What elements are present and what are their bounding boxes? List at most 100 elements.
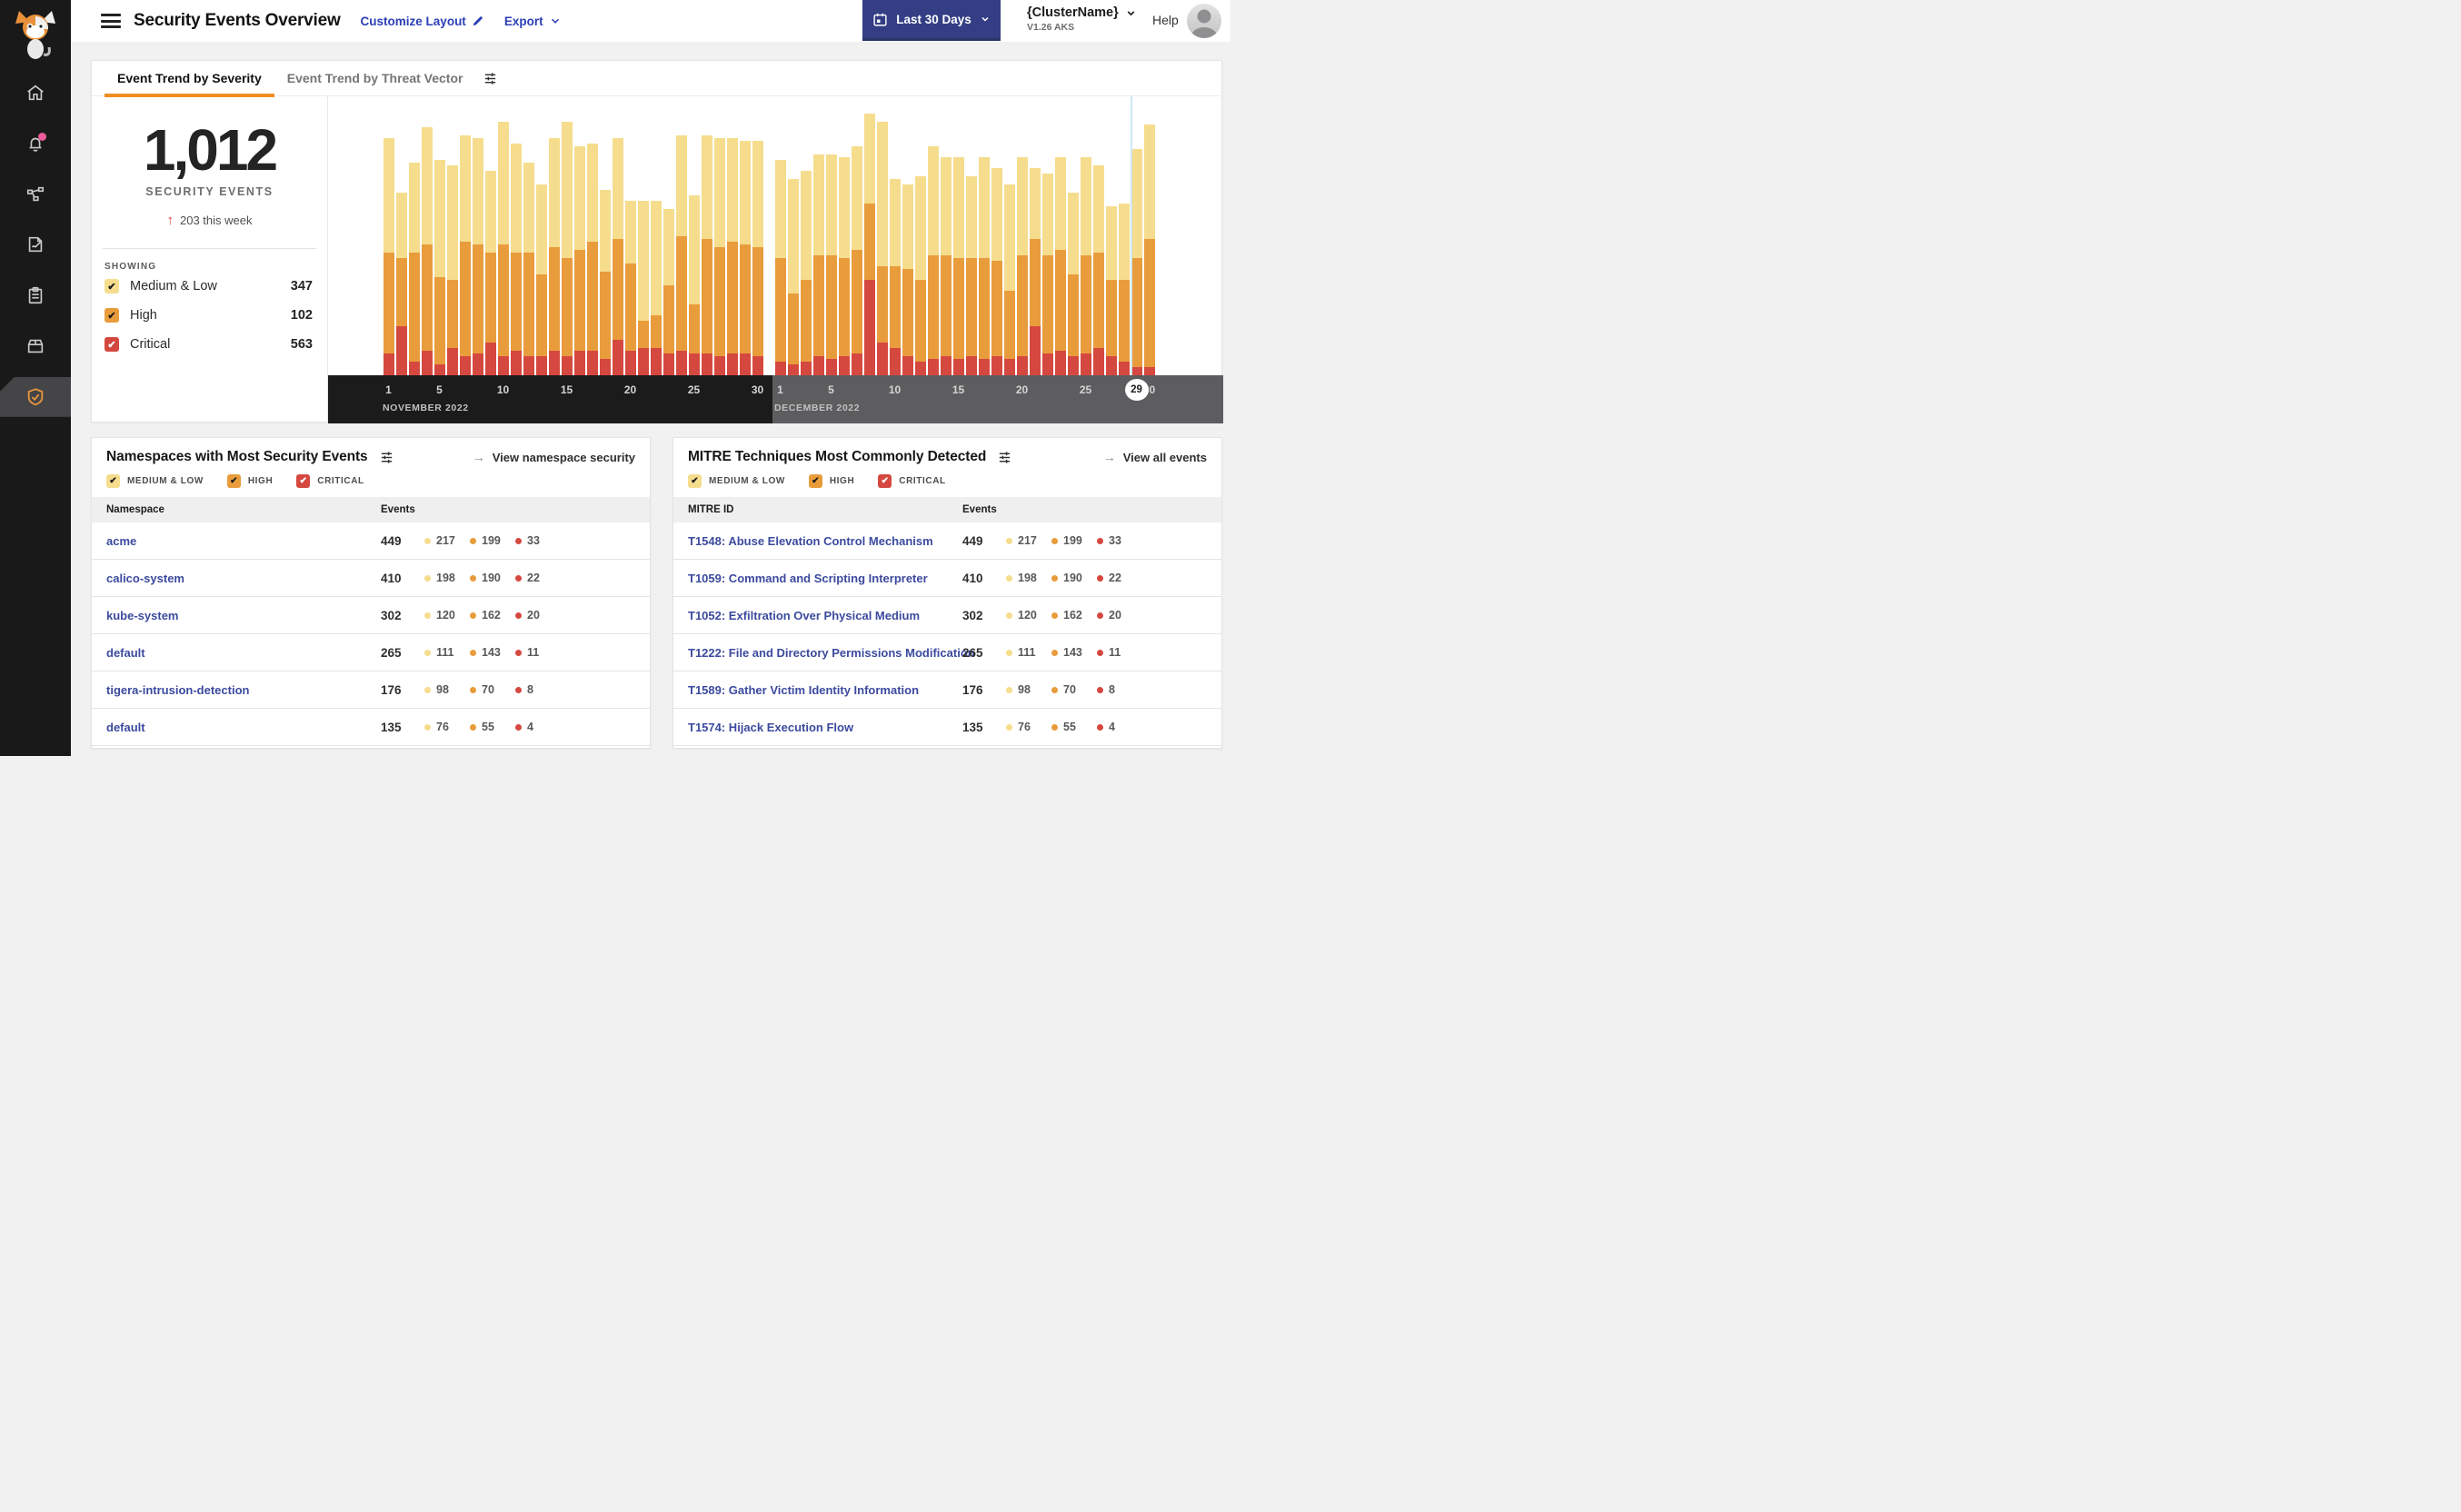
event-bar[interactable]: [1016, 157, 1028, 375]
export-menu-button[interactable]: Export: [504, 15, 562, 28]
event-bar[interactable]: [599, 190, 611, 375]
event-bar[interactable]: [637, 201, 649, 375]
row-link[interactable]: tigera-intrusion-detection: [92, 683, 249, 697]
event-bar[interactable]: [459, 135, 471, 375]
event-bar[interactable]: [421, 127, 433, 375]
sidebar-item-policies[interactable]: [0, 224, 71, 264]
checkbox-medium_low[interactable]: ✔: [106, 474, 120, 488]
row-link[interactable]: default: [92, 721, 145, 734]
today-marker-circle[interactable]: 29: [1124, 379, 1149, 401]
event-bar[interactable]: [965, 176, 977, 375]
event-bar[interactable]: [433, 160, 445, 375]
event-bar[interactable]: [902, 184, 913, 375]
filter-chip-high[interactable]: ✔ HIGH: [808, 474, 854, 488]
customize-layout-link[interactable]: Customize Layout: [361, 15, 484, 28]
event-bar[interactable]: [497, 122, 509, 375]
event-bar[interactable]: [800, 171, 812, 375]
checkbox-medium_low[interactable]: ✔: [688, 474, 702, 488]
event-bar[interactable]: [383, 138, 394, 375]
checkbox-critical[interactable]: ✔: [105, 337, 119, 352]
event-bar[interactable]: [774, 160, 786, 375]
event-bar[interactable]: [510, 144, 522, 375]
event-bar[interactable]: [650, 201, 662, 375]
sidebar-item-home[interactable]: [0, 73, 71, 113]
event-bar[interactable]: [752, 141, 763, 375]
view-all-events-link[interactable]: → View all events: [1103, 450, 1207, 464]
event-bar[interactable]: [675, 135, 687, 375]
event-bar[interactable]: [952, 157, 964, 375]
event-bar[interactable]: [863, 114, 875, 375]
help-link[interactable]: Help: [1152, 13, 1179, 27]
filter-chip-medium_low[interactable]: ✔ MEDIUM & LOW: [688, 474, 785, 488]
event-bar[interactable]: [812, 154, 824, 375]
event-bar[interactable]: [927, 146, 939, 375]
tab-event-trend-by-threat-vector[interactable]: Event Trend by Threat Vector: [274, 61, 476, 96]
event-bar[interactable]: [408, 163, 420, 375]
filter-chip-critical[interactable]: ✔ CRITICAL: [296, 474, 364, 488]
row-link[interactable]: acme: [92, 534, 136, 548]
user-avatar[interactable]: [1187, 4, 1221, 38]
event-bar[interactable]: [1080, 157, 1091, 375]
row-link[interactable]: T1059: Command and Scripting Interpreter: [673, 572, 928, 585]
row-link[interactable]: calico-system: [92, 572, 184, 585]
event-bar[interactable]: [395, 193, 407, 375]
event-bar[interactable]: [612, 138, 623, 375]
checkbox-critical[interactable]: ✔: [296, 474, 311, 488]
event-bar[interactable]: [876, 122, 888, 375]
checkbox-high[interactable]: ✔: [808, 474, 822, 488]
event-bar[interactable]: [586, 144, 598, 375]
event-bar[interactable]: [889, 179, 901, 375]
event-bar[interactable]: [726, 138, 738, 375]
event-bar[interactable]: [624, 201, 636, 375]
filter-chip-critical[interactable]: ✔ CRITICAL: [878, 474, 945, 488]
event-bar[interactable]: [1003, 184, 1015, 375]
trend-filter-settings-button[interactable]: [483, 71, 498, 86]
event-bar[interactable]: [573, 146, 585, 375]
row-link[interactable]: T1574: Hijack Execution Flow: [673, 721, 853, 734]
event-bar[interactable]: [701, 135, 712, 375]
event-bar[interactable]: [1118, 204, 1130, 375]
sidebar-item-service-graph[interactable]: [0, 174, 71, 214]
event-bar[interactable]: [446, 165, 458, 375]
event-bar[interactable]: [739, 141, 751, 375]
event-bar[interactable]: [978, 157, 990, 375]
cluster-selector[interactable]: {ClusterName} V1.26 AKS: [1027, 5, 1137, 33]
event-bar[interactable]: [1029, 168, 1041, 375]
sidebar-item-compliance[interactable]: [0, 275, 71, 315]
row-link[interactable]: T1589: Gather Victim Identity Informatio…: [673, 683, 919, 697]
sidebar-item-workloads[interactable]: [0, 326, 71, 366]
event-bar[interactable]: [663, 209, 674, 375]
tab-event-trend-by-severity[interactable]: Event Trend by Severity: [105, 61, 274, 97]
event-bar[interactable]: [535, 184, 547, 375]
row-link[interactable]: kube-system: [92, 609, 178, 622]
event-bar[interactable]: [548, 138, 560, 375]
row-link[interactable]: default: [92, 646, 145, 660]
mitre-filter-settings-button[interactable]: [997, 450, 1012, 465]
row-link[interactable]: T1222: File and Directory Permissions Mo…: [673, 646, 975, 660]
namespaces-filter-settings-button[interactable]: [379, 450, 394, 465]
hamburger-menu-button[interactable]: [101, 14, 121, 28]
filter-chip-medium_low[interactable]: ✔ MEDIUM & LOW: [106, 474, 204, 488]
event-bar[interactable]: [472, 138, 483, 375]
row-link[interactable]: T1548: Abuse Elevation Control Mechanism: [673, 534, 933, 548]
event-bar[interactable]: [991, 168, 1002, 375]
event-bar[interactable]: [1143, 124, 1155, 375]
event-bar[interactable]: [940, 157, 952, 375]
event-bar[interactable]: [914, 176, 926, 375]
event-bar[interactable]: [1105, 206, 1117, 375]
date-range-button[interactable]: Last 30 Days: [862, 0, 1001, 41]
event-bar[interactable]: [484, 171, 496, 375]
event-bar[interactable]: [713, 138, 725, 375]
event-bar[interactable]: [561, 122, 573, 375]
sidebar-item-alerts[interactable]: [0, 124, 71, 164]
event-bar[interactable]: [787, 179, 799, 375]
event-bar[interactable]: [838, 157, 850, 375]
event-bar[interactable]: [851, 146, 862, 375]
filter-chip-high[interactable]: ✔ HIGH: [226, 474, 273, 488]
event-bar[interactable]: [523, 163, 534, 375]
event-bar[interactable]: [1054, 157, 1066, 375]
checkbox-critical[interactable]: ✔: [878, 474, 892, 488]
event-bar[interactable]: [825, 154, 837, 375]
view-namespace-security-link[interactable]: → View namespace security: [473, 450, 635, 464]
row-link[interactable]: T1052: Exfiltration Over Physical Medium: [673, 609, 920, 622]
